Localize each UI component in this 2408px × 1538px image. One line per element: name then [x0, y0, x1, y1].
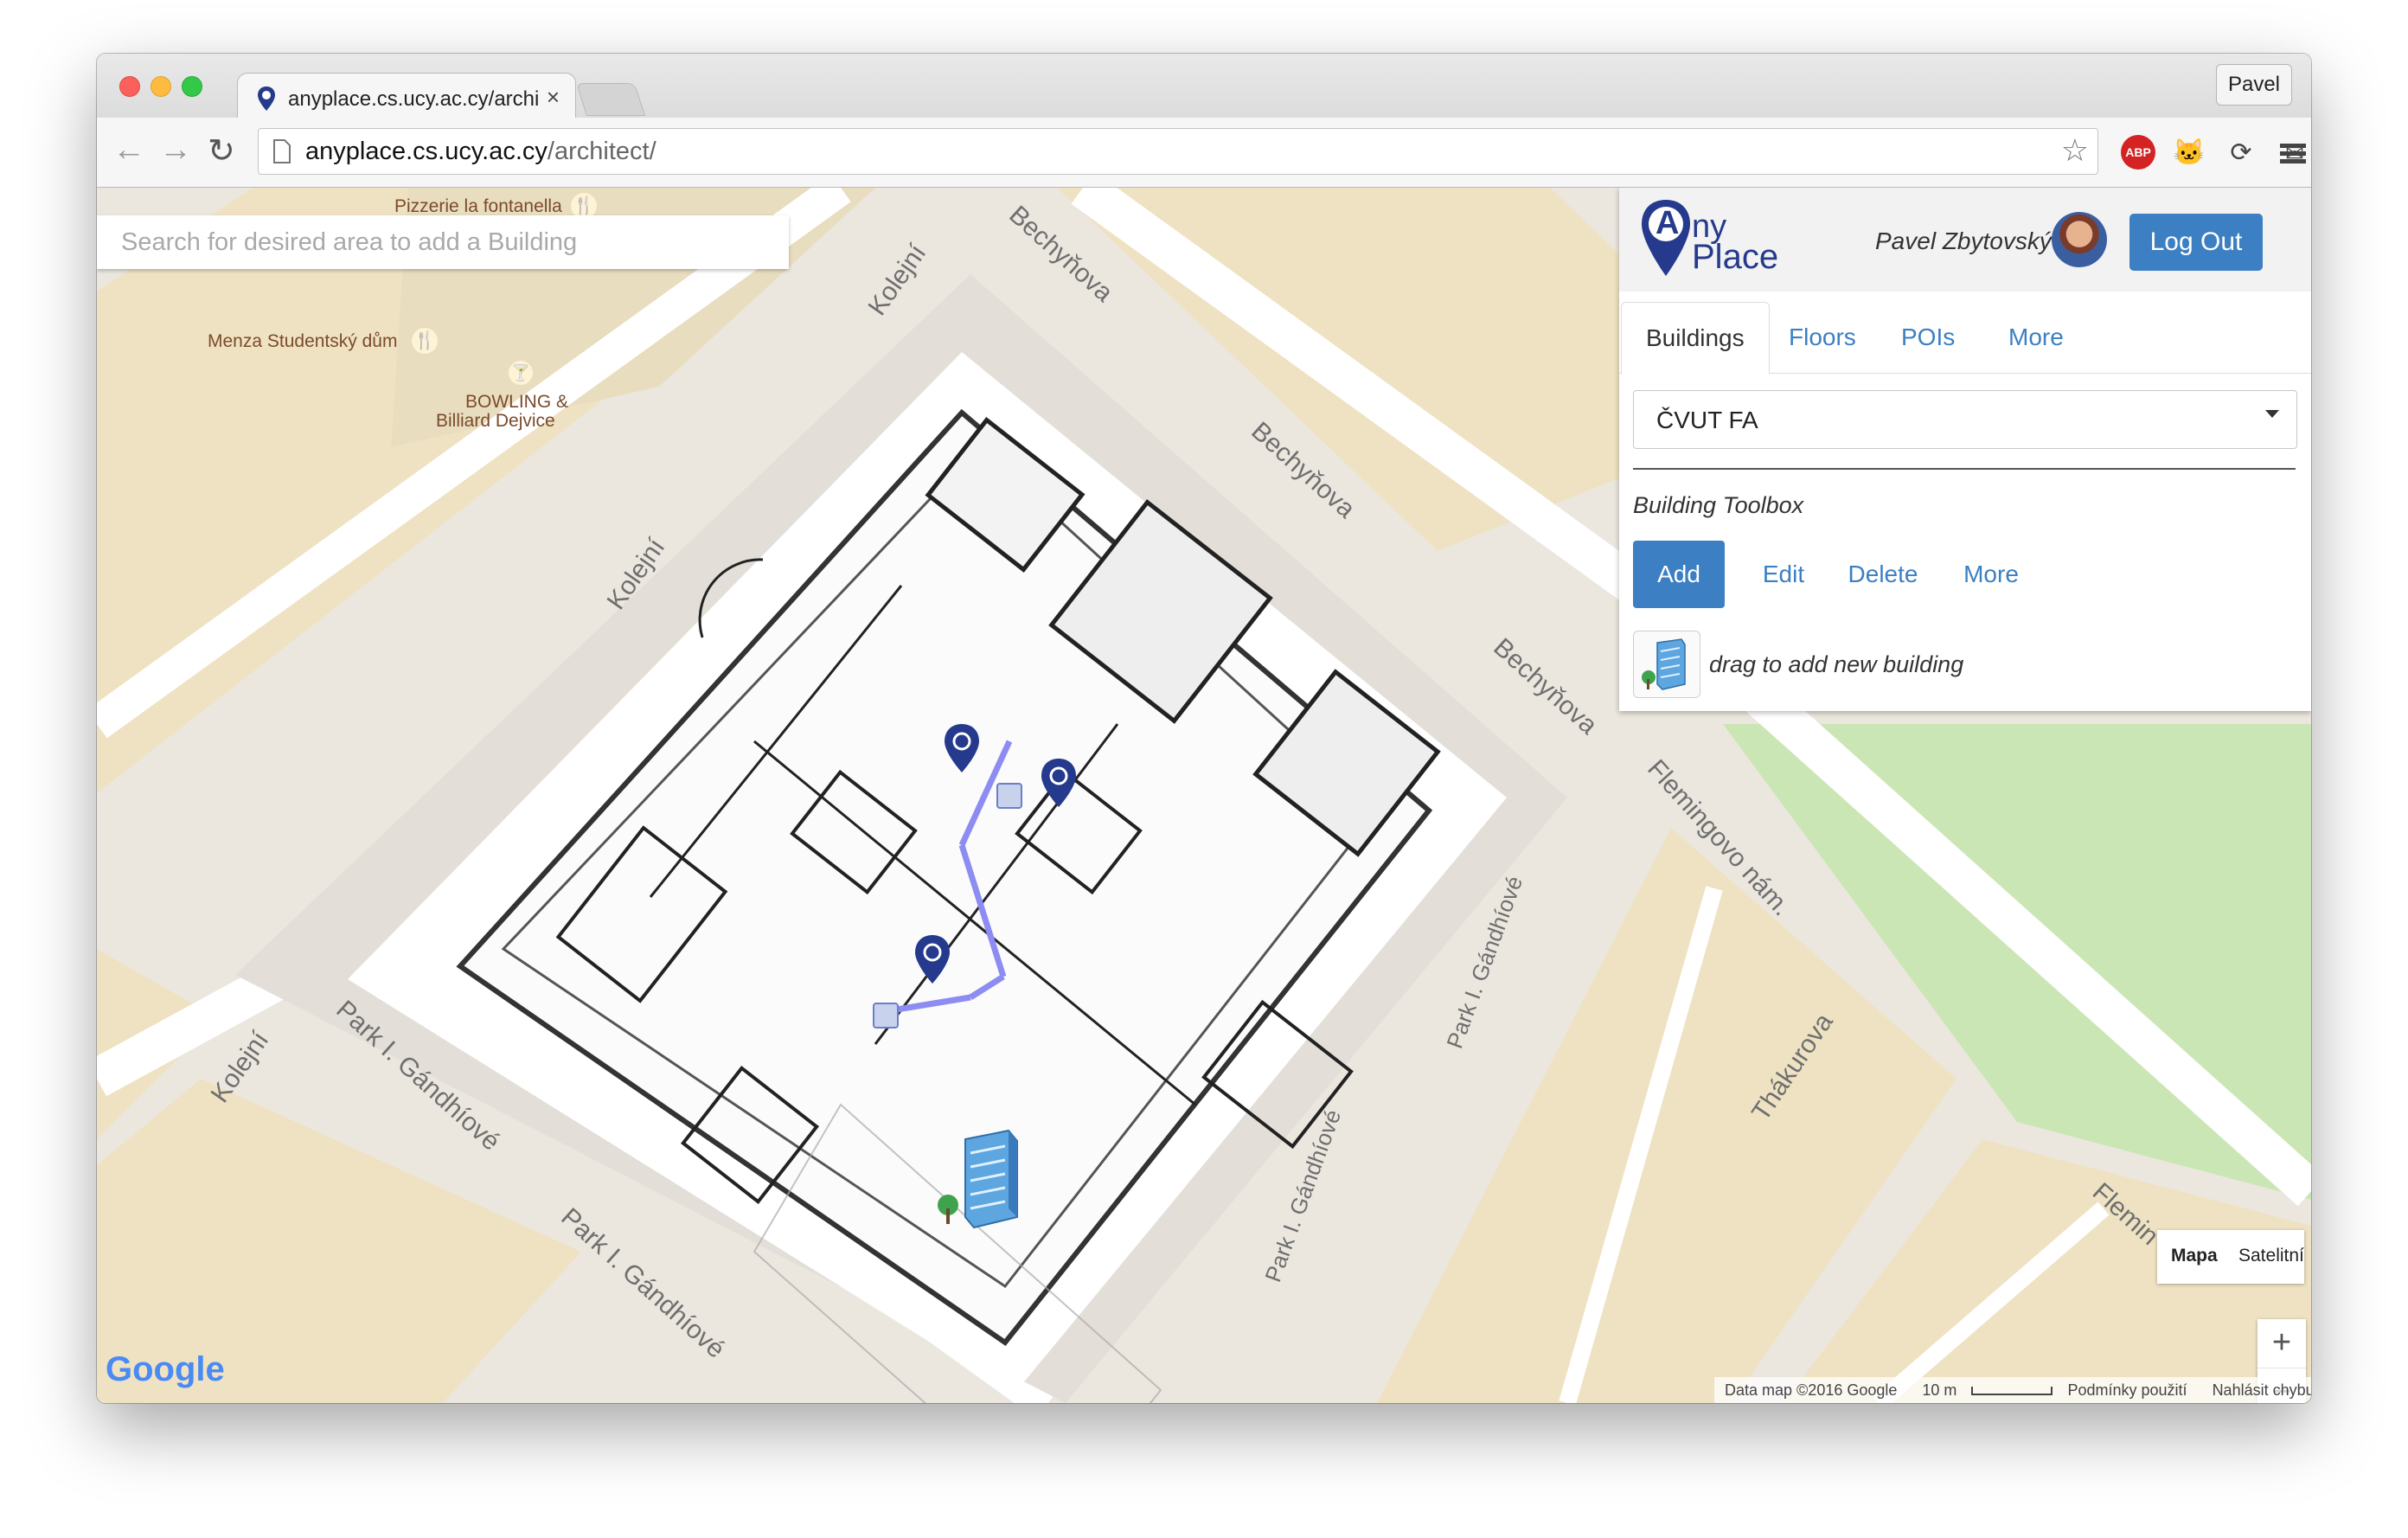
tab-pois[interactable]: POIs: [1901, 302, 1955, 373]
title-bar: anyplace.cs.ucy.ac.cy/architect/ × Pavel: [97, 54, 2311, 122]
poi-label[interactable]: Billiard Dejvice: [436, 411, 555, 432]
area-search-box[interactable]: [97, 215, 789, 269]
sync-icon[interactable]: ⟳: [2225, 137, 2258, 170]
address-bar[interactable]: anyplace.cs.ucy.ac.cy/architect/ ☆: [258, 128, 2098, 175]
logout-button[interactable]: Log Out: [2129, 214, 2263, 271]
report-error-link[interactable]: Nahlásit chybu v mapě: [2213, 1381, 2311, 1400]
toolbox-title: Building Toolbox: [1633, 492, 1804, 518]
octocat-icon[interactable]: 🐱: [2173, 137, 2206, 170]
building-select[interactable]: ČVUT FA: [1633, 390, 2297, 449]
building-icon: [1642, 638, 1686, 690]
url-path: /architect/: [547, 138, 656, 165]
poi-marker-icon[interactable]: [1040, 757, 1078, 809]
poi-marker-icon[interactable]: [913, 933, 951, 985]
avatar: [2052, 212, 2107, 267]
zoom-window-button[interactable]: [182, 76, 202, 97]
close-window-button[interactable]: [119, 76, 140, 97]
map-type-mapa[interactable]: Mapa: [2171, 1246, 2218, 1266]
anyplace-favicon-icon: [258, 87, 275, 111]
user-name: Pavel Zbytovský: [1875, 227, 2052, 254]
reload-icon[interactable]: ↻: [208, 131, 235, 170]
zoom-in-button[interactable]: +: [2258, 1319, 2306, 1368]
tab-more[interactable]: More: [2008, 302, 2064, 373]
poi-label[interactable]: Menza Studentský dům: [208, 331, 397, 352]
map-canvas[interactable]: Pizzerie la fontanella 🍴 Menza Studentsk…: [97, 188, 2311, 1403]
adblock-icon[interactable]: ABP: [2121, 135, 2155, 170]
divider: [1633, 468, 2296, 470]
poi-marker-icon[interactable]: [943, 722, 981, 774]
drag-hint: drag to add new building: [1709, 651, 1964, 677]
map-type-satellite[interactable]: Satelitní: [2238, 1246, 2304, 1266]
tab-floors[interactable]: Floors: [1789, 302, 1856, 373]
connector-node-icon[interactable]: [873, 1003, 899, 1029]
more-building-button[interactable]: More: [1948, 541, 2034, 608]
forward-icon[interactable]: →: [159, 131, 192, 169]
area-search-input[interactable]: [97, 215, 780, 269]
building-marker-icon[interactable]: [931, 1122, 1034, 1234]
add-building-button[interactable]: Add: [1633, 541, 1725, 608]
chrome-menu-icon[interactable]: [2280, 140, 2306, 167]
browser-window: anyplace.cs.ucy.ac.cy/architect/ × Pavel…: [97, 54, 2311, 1403]
google-logo: Google: [106, 1350, 225, 1388]
poi-label[interactable]: BOWLING &: [465, 392, 568, 413]
bar-icon[interactable]: 🍸: [509, 361, 533, 385]
building-select-value: ČVUT FA: [1656, 407, 1758, 433]
tab-title: anyplace.cs.ucy.ac.cy/architect/: [288, 87, 539, 111]
url-host: anyplace.cs.ucy.ac.cy: [305, 138, 548, 165]
map-type-control: Mapa Satelitní: [2157, 1230, 2304, 1284]
control-panel: A ny Place Pavel Zbytovský Log Out Build…: [1619, 188, 2311, 711]
restaurant-icon[interactable]: 🍴: [412, 328, 438, 354]
panel-tabs: Buildings Floors POIs More: [1619, 302, 2311, 375]
chevron-down-icon: [2265, 410, 2279, 418]
minimize-window-button[interactable]: [150, 76, 171, 97]
page-icon: [273, 139, 291, 163]
logo-line2: Place: [1692, 238, 1779, 276]
back-icon[interactable]: ←: [112, 131, 145, 169]
profile-button[interactable]: Pavel: [2216, 64, 2292, 106]
tab-buildings[interactable]: Buildings: [1621, 302, 1770, 375]
anyplace-logo[interactable]: A ny Place: [1638, 196, 1794, 283]
delete-building-button[interactable]: Delete: [1835, 541, 1931, 608]
scale-bar: [1971, 1387, 2053, 1395]
panel-header: A ny Place Pavel Zbytovský Log Out: [1619, 188, 2311, 292]
star-icon[interactable]: ☆: [2061, 132, 2089, 169]
scale-label: 10 m: [1922, 1381, 1957, 1399]
url-text[interactable]: anyplace.cs.ucy.ac.cy/architect/: [305, 138, 656, 166]
logo-letter: A: [1656, 205, 1680, 241]
terms-link[interactable]: Podmínky použití: [2067, 1381, 2187, 1400]
edit-building-button[interactable]: Edit: [1749, 541, 1818, 608]
poi-label[interactable]: Pizzerie la fontanella: [394, 196, 562, 217]
map-attribution: Data map ©2016 Google 10 m Podmínky použ…: [1714, 1377, 2311, 1403]
connector-node-icon[interactable]: [996, 783, 1022, 809]
browser-toolbar: ← → ↻ anyplace.cs.ucy.ac.cy/architect/ ☆…: [97, 118, 2311, 188]
attribution-data: Data map ©2016 Google: [1725, 1381, 1898, 1399]
tab-close-icon[interactable]: ×: [547, 84, 560, 111]
drag-building-handle[interactable]: [1633, 631, 1700, 698]
new-tab-button[interactable]: [575, 83, 646, 116]
browser-tab[interactable]: anyplace.cs.ucy.ac.cy/architect/ ×: [237, 73, 576, 122]
